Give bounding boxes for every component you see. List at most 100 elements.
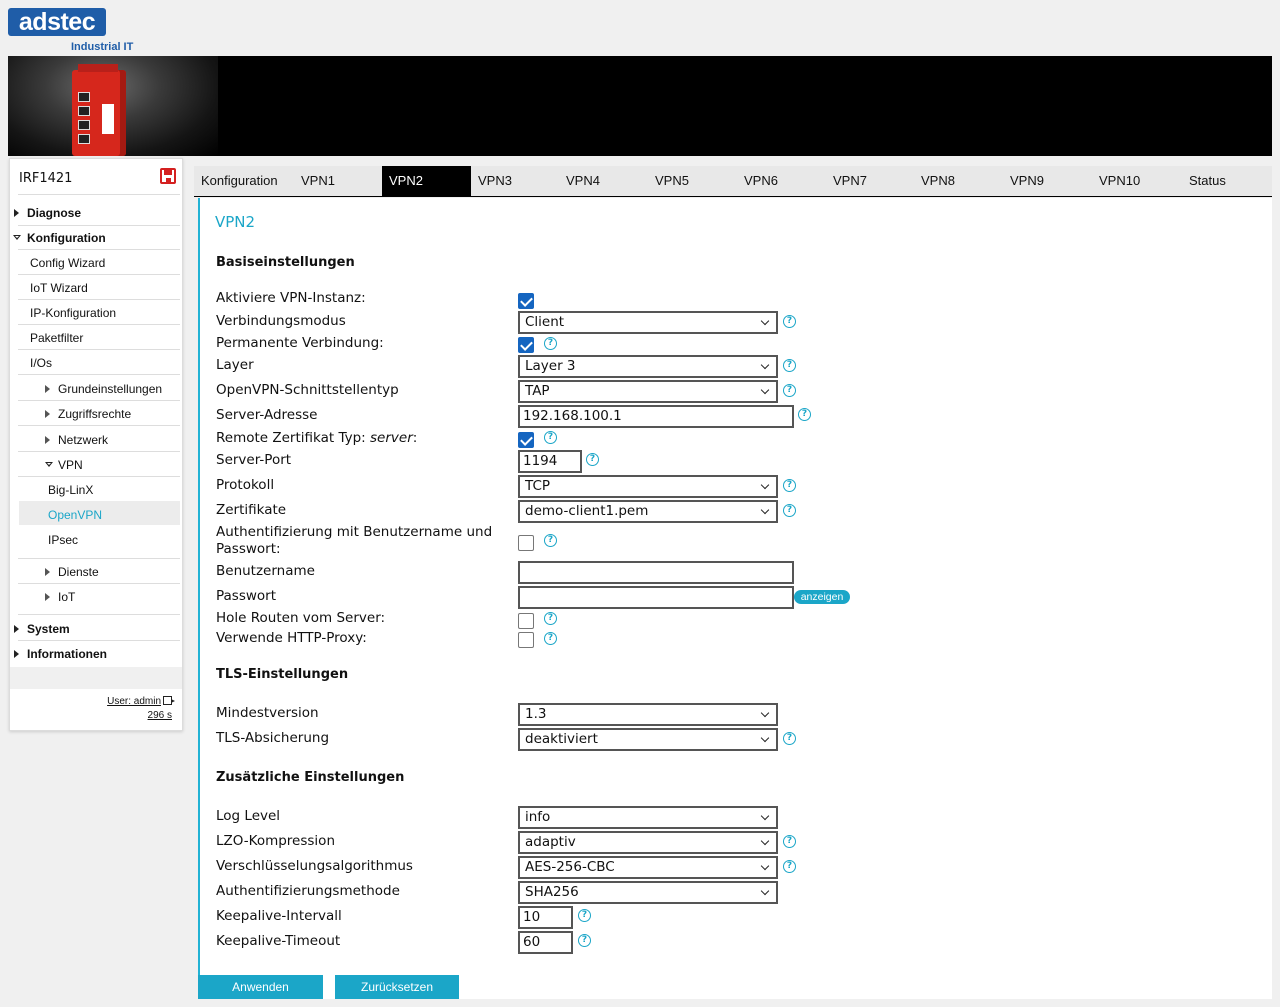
tab-vpn5[interactable]: VPN5 [648,166,737,196]
checkbox-proxy[interactable] [518,632,534,648]
label-protokoll: Protokoll [216,477,275,493]
help-icon[interactable]: ? [783,359,796,372]
select-lzo[interactable]: adaptiv [518,831,778,854]
apply-button[interactable]: Anwenden [198,975,323,999]
input-keepalive-intervall[interactable]: 10 [518,906,573,929]
select-tls-absicherung[interactable]: deaktiviert [518,728,778,751]
divider [18,476,180,477]
tab-vpn8[interactable]: VPN8 [914,166,1003,196]
chevron-right-icon [45,385,50,393]
tab-vpn4[interactable]: VPN4 [559,166,648,196]
sidebar-item-label: IPsec [48,533,79,547]
chevron-right-icon [45,593,50,601]
sidebar-footer-band [10,667,182,689]
device-cap [78,64,118,72]
help-icon[interactable]: ? [783,479,796,492]
select-layer[interactable]: Layer 3 [518,355,778,378]
divider [18,425,180,426]
select-protokoll[interactable]: TCP [518,475,778,498]
tab-konfiguration[interactable]: Konfiguration [194,166,294,196]
input-passwort[interactable] [518,586,794,609]
tab-vpn6[interactable]: VPN6 [737,166,826,196]
checkbox-remote-zertifikat[interactable] [518,432,534,448]
divider [18,558,180,559]
label-routen: Hole Routen vom Server: [216,610,386,626]
sidebar-item-label: IP-Konfiguration [30,306,117,320]
help-icon[interactable]: ? [783,504,796,517]
help-icon[interactable]: ? [783,315,796,328]
select-verschluesselung[interactable]: AES-256-CBC [518,856,778,879]
select-log-level[interactable]: info [518,806,778,829]
label-mindestversion: Mindestversion [216,705,319,721]
label-verbindungsmodus: Verbindungsmodus [216,313,346,329]
checkbox-aktiviere[interactable] [518,293,534,309]
select-schnittstellentyp[interactable]: TAP [518,380,778,403]
adstec-logo: adstec [8,8,106,36]
reset-button[interactable]: Zurücksetzen [335,975,459,999]
help-icon[interactable]: ? [798,408,811,421]
device-port [78,120,90,130]
select-zertifikate[interactable]: demo-client1.pem [518,500,778,523]
user-logout-link[interactable]: User: admin [107,696,175,707]
input-server-adresse[interactable]: 192.168.100.1 [518,405,794,428]
tab-vpn9[interactable]: VPN9 [1003,166,1092,196]
chevron-down-icon [13,235,21,240]
divider [18,614,180,615]
help-icon[interactable]: ? [544,431,557,444]
save-icon[interactable] [160,168,176,184]
sidebar-item-label: I/Os [30,356,53,370]
sidebar: IRF1421 Diagnose Konfiguration Config Wi… [9,158,183,731]
help-icon[interactable]: ? [544,534,557,547]
session-timer: 296 s [147,710,172,721]
divider [18,451,180,452]
input-keepalive-timeout[interactable]: 60 [518,931,573,954]
divider [18,349,180,350]
select-auth-methode[interactable]: SHA256 [518,881,778,904]
help-icon[interactable]: ? [783,732,796,745]
help-icon[interactable]: ? [578,934,591,947]
chevron-right-icon [14,625,19,633]
sidebar-item-label: IoT [58,590,76,604]
divider [18,249,180,250]
chevron-right-icon [14,209,19,217]
select-verbindungsmodus[interactable]: Client [518,311,778,334]
help-icon[interactable]: ? [544,337,557,350]
show-password-button[interactable]: anzeigen [794,590,850,604]
sidebar-item-label: Grundeinstellungen [58,382,163,396]
checkbox-permanente[interactable] [518,337,534,353]
tab-bar: Konfiguration VPN1 VPN2 VPN3 VPN4 VPN5 V… [194,166,1272,197]
user-label: User: admin [107,696,161,707]
label-layer: Layer [216,357,254,373]
tab-vpn10[interactable]: VPN10 [1092,166,1182,196]
sidebar-item-label: System [27,622,70,636]
sidebar-item-label: IoT Wizard [30,281,88,295]
checkbox-routen[interactable] [518,613,534,629]
input-benutzername[interactable] [518,561,794,584]
tab-vpn3[interactable]: VPN3 [471,166,559,196]
page-title: VPN2 [215,213,256,231]
label-suffix: : [412,430,418,446]
tab-vpn1[interactable]: VPN1 [294,166,382,196]
sidebar-item-label: Big-LinX [48,483,94,497]
help-icon[interactable]: ? [544,612,557,625]
sidebar-item-label: Netzwerk [58,433,109,447]
label-schnittstellentyp: OpenVPN-Schnittstellentyp [216,382,399,398]
help-icon[interactable]: ? [578,909,591,922]
help-icon[interactable]: ? [586,453,599,466]
label-tls-absicherung: TLS-Absicherung [216,730,330,746]
divider [18,194,180,195]
section-title-basic: Basiseinstellungen [216,255,355,270]
tab-vpn2[interactable]: VPN2 [382,166,471,196]
tab-status[interactable]: Status [1182,166,1272,196]
help-icon[interactable]: ? [783,835,796,848]
sidebar-item-label: OpenVPN [48,508,103,522]
checkbox-auth-benutzer[interactable] [518,535,534,551]
tab-vpn7[interactable]: VPN7 [826,166,914,196]
divider [18,225,180,226]
help-icon[interactable]: ? [544,632,557,645]
logout-icon [163,696,175,705]
input-server-port[interactable]: 1194 [518,450,582,473]
help-icon[interactable]: ? [783,384,796,397]
select-mindestversion[interactable]: 1.3 [518,703,778,726]
help-icon[interactable]: ? [783,860,796,873]
